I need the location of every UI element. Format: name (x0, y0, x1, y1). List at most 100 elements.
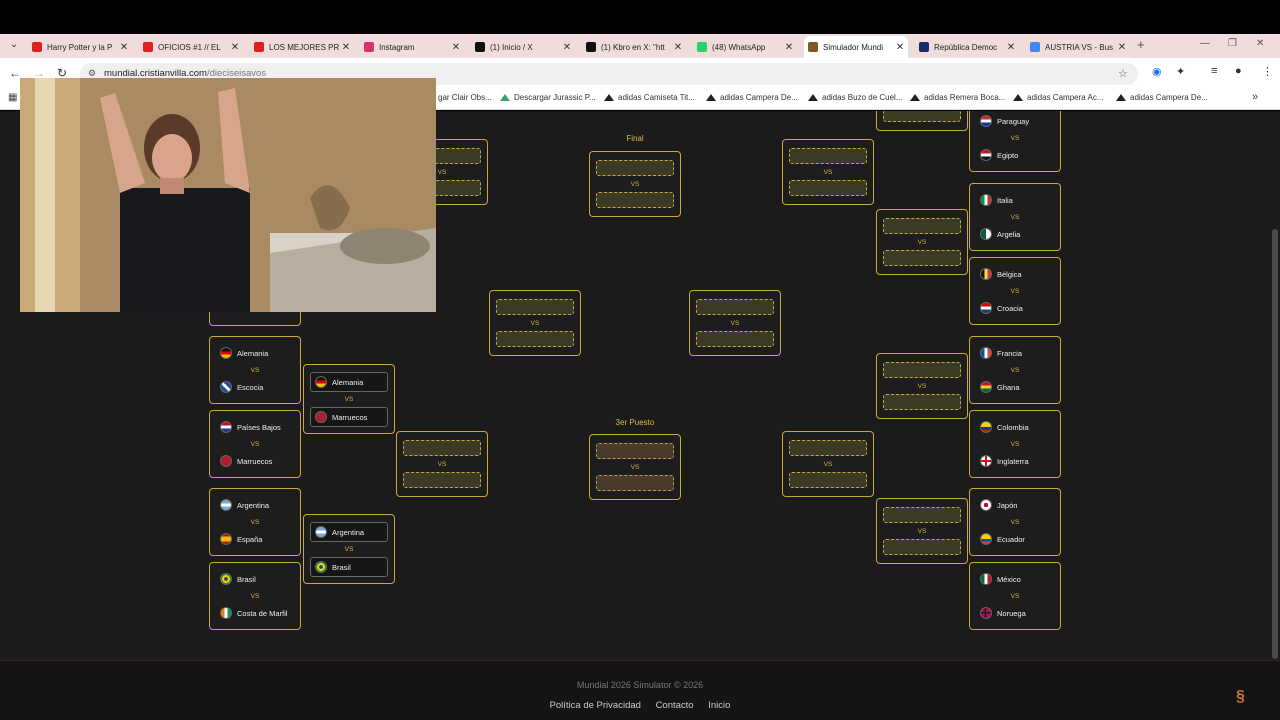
team-b[interactable]: Egipto (980, 148, 1018, 162)
team-b[interactable]: Ghana (980, 380, 1020, 394)
browser-tab[interactable]: Instagram ✕ (360, 36, 464, 58)
contact-link[interactable]: Contacto (656, 700, 694, 711)
match-card-empty[interactable]: VS (589, 434, 681, 500)
team-slot[interactable] (883, 111, 961, 122)
bookmark-item[interactable]: adidas Campera De... (706, 93, 798, 102)
tab-close-icon[interactable]: ✕ (340, 42, 352, 53)
team-a[interactable]: México (980, 572, 1021, 586)
match-card[interactable]: Colombia VS Inglaterra (969, 410, 1061, 478)
more-bookmarks-icon[interactable]: » (1252, 91, 1258, 103)
team-b[interactable]: Argelia (980, 227, 1020, 241)
bookmark-item[interactable]: adidas Camiseta Tit... (604, 93, 695, 102)
extensions-icon[interactable]: ✦ (1176, 65, 1185, 78)
bookmark-item[interactable]: Descargar Jurassic P... (500, 93, 596, 102)
team-a[interactable]: Italia (980, 193, 1013, 207)
team-slot[interactable] (596, 443, 674, 459)
bookmark-item[interactable]: adidas Remera Boca... (910, 93, 1005, 102)
team-slot[interactable] (496, 299, 574, 315)
browser-tab[interactable]: AUSTRIA VS - Bus ✕ (1026, 36, 1130, 58)
match-card-empty[interactable]: VS (782, 431, 874, 497)
cast-icon[interactable]: ◉ (1152, 65, 1162, 78)
team-slot[interactable] (883, 539, 961, 555)
tab-close-icon[interactable]: ✕ (1116, 42, 1128, 53)
team-slot[interactable] (596, 475, 674, 491)
browser-tab[interactable]: Harry Potter y la P ✕ (28, 36, 132, 58)
team-a[interactable]: Argentina (220, 498, 269, 512)
browser-tab[interactable]: LOS MEJORES PR ✕ (250, 36, 354, 58)
tab-close-icon[interactable]: ✕ (1005, 42, 1017, 53)
media-icon[interactable]: ≡ (1211, 65, 1217, 77)
team-a[interactable]: Alemania (220, 346, 268, 360)
match-card-empty[interactable]: VS (876, 353, 968, 419)
match-card[interactable]: México VS Noruega (969, 562, 1061, 630)
team-a[interactable]: Colombia (980, 420, 1029, 434)
match-card[interactable]: Japón VS Ecuador (969, 488, 1061, 556)
team-slot[interactable] (496, 331, 574, 347)
team-slot[interactable] (883, 250, 961, 266)
bookmark-item[interactable]: adidas Campera Ac... (1013, 93, 1103, 102)
match-card-empty[interactable] (876, 111, 968, 131)
team-slot[interactable] (403, 440, 481, 456)
team-b[interactable]: Marruecos (310, 407, 388, 427)
browser-tab[interactable]: (1) Kbro en X: "htt ✕ (582, 36, 686, 58)
browser-tab[interactable]: (1) Inicio / X ✕ (471, 36, 575, 58)
team-b[interactable]: Noruega (980, 606, 1026, 620)
match-card-empty[interactable]: VS (876, 209, 968, 275)
tab-close-icon[interactable]: ✕ (672, 42, 684, 53)
home-link[interactable]: Inicio (708, 700, 730, 711)
page-scrollbar[interactable] (1270, 111, 1280, 660)
browser-tab[interactable]: (48) WhatsApp ✕ (693, 36, 797, 58)
match-card-empty[interactable]: VS (689, 290, 781, 356)
bookmark-item[interactable]: adidas Campera De... (1116, 93, 1208, 102)
match-card[interactable]: Italia VS Argelia (969, 183, 1061, 251)
team-slot[interactable] (883, 362, 961, 378)
team-b[interactable]: España (220, 532, 262, 546)
match-card[interactable]: Alemania VS Marruecos (303, 364, 395, 434)
team-b[interactable]: Ecuador (980, 532, 1025, 546)
browser-tab[interactable]: OFICIOS #1 // EL ✕ (139, 36, 243, 58)
browser-tab[interactable]: República Democ ✕ (915, 36, 1019, 58)
maximize-button[interactable]: ❐ (1228, 38, 1237, 49)
match-card[interactable]: Francia VS Ghana (969, 336, 1061, 404)
team-slot[interactable] (596, 192, 674, 208)
team-slot[interactable] (696, 299, 774, 315)
tab-close-icon[interactable]: ✕ (229, 42, 241, 53)
team-slot[interactable] (789, 180, 867, 196)
bookmark-item[interactable]: adidas Buzo de Cuel... (808, 93, 903, 102)
match-card[interactable]: Brasil VS Costa de Marfil (209, 562, 301, 630)
match-card[interactable]: Bélgica VS Croacia (969, 257, 1061, 325)
match-card[interactable]: Paraguay VS Egipto (969, 111, 1061, 172)
scrollbar-thumb[interactable] (1272, 229, 1278, 659)
match-card-empty[interactable]: VS (876, 498, 968, 564)
menu-icon[interactable]: ⋮ (1262, 65, 1273, 78)
tab-close-icon[interactable]: ✕ (561, 42, 573, 53)
team-a[interactable]: Alemania (310, 372, 388, 392)
team-b[interactable]: Inglaterra (980, 454, 1029, 468)
match-card[interactable]: Alemania VS Escocia (209, 336, 301, 404)
minimize-button[interactable]: — (1200, 38, 1210, 49)
team-slot[interactable] (403, 472, 481, 488)
team-a[interactable]: Japón (980, 498, 1017, 512)
tab-close-icon[interactable]: ✕ (450, 42, 462, 53)
browser-tab[interactable]: Simulador Mundi ✕ (804, 36, 908, 58)
bookmark-item[interactable]: gar Clair Obs... (438, 93, 492, 102)
team-a[interactable]: Francia (980, 346, 1022, 360)
team-b[interactable]: Marruecos (220, 454, 272, 468)
team-slot[interactable] (789, 440, 867, 456)
team-a[interactable]: Bélgica (980, 267, 1022, 281)
match-card-empty[interactable]: VS (396, 431, 488, 497)
team-slot[interactable] (883, 394, 961, 410)
tab-close-icon[interactable]: ✕ (783, 42, 795, 53)
team-slot[interactable] (789, 472, 867, 488)
tab-close-icon[interactable]: ✕ (894, 42, 906, 53)
match-card-empty[interactable]: VS (782, 139, 874, 205)
match-card-empty[interactable]: VS (489, 290, 581, 356)
match-card[interactable]: Países Bajos VS Marruecos (209, 410, 301, 478)
tab-search-button[interactable]: ⌄ (6, 37, 22, 53)
team-slot[interactable] (789, 148, 867, 164)
team-a[interactable]: Países Bajos (220, 420, 281, 434)
team-b[interactable]: Croacia (980, 301, 1023, 315)
team-slot[interactable] (696, 331, 774, 347)
profile-avatar-icon[interactable]: ● (1235, 65, 1242, 77)
team-b[interactable]: Escocia (220, 380, 263, 394)
